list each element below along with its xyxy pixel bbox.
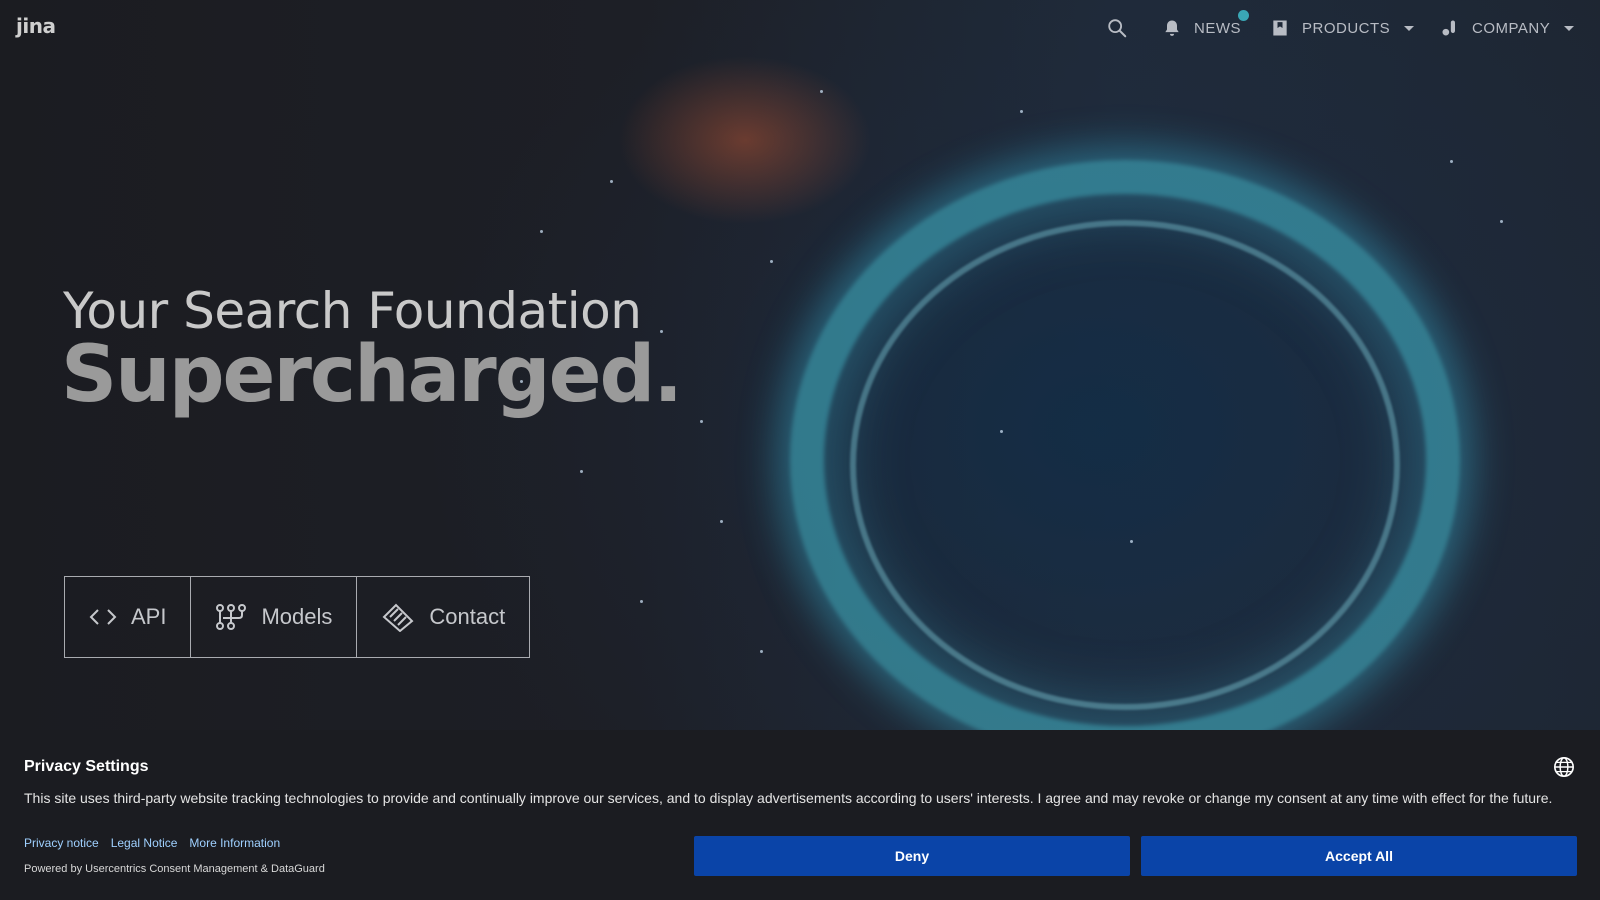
privacy-notice-link[interactable]: Privacy notice <box>24 836 99 850</box>
contact-button-label: Contact <box>429 604 506 629</box>
models-button[interactable]: Models <box>191 577 358 657</box>
hero-button-group: API Models Contact <box>64 576 531 658</box>
consent-powered-by: Powered by Usercentrics Consent Manageme… <box>24 863 325 875</box>
consent-links: Privacy notice Legal Notice More Informa… <box>24 836 292 850</box>
news-label: NEWS <box>1194 19 1241 37</box>
news-nav-item[interactable]: NEWS <box>1162 10 1249 40</box>
code-brackets-icon <box>89 609 117 625</box>
top-navigation: jina NEWS PRODUCTS COMPANY <box>0 0 1600 56</box>
jina-logo[interactable]: jina <box>16 14 56 40</box>
notification-dot <box>1238 10 1249 21</box>
company-nav-item[interactable]: COMPANY <box>1440 16 1575 40</box>
consent-body-text: This site uses third-party website track… <box>24 790 1553 806</box>
products-nav-item[interactable]: PRODUCTS <box>1270 16 1415 40</box>
models-button-label: Models <box>261 604 333 629</box>
globe-icon[interactable] <box>1553 756 1575 778</box>
api-button-label: API <box>131 604 167 629</box>
search-icon <box>1108 19 1127 38</box>
models-graph-icon <box>216 604 247 630</box>
search-button[interactable] <box>1106 16 1128 40</box>
bell-icon <box>1165 20 1179 36</box>
consent-title: Privacy Settings <box>24 758 149 775</box>
api-button[interactable]: API <box>65 577 192 657</box>
hero-headline-line2: Supercharged. <box>61 330 683 420</box>
accept-all-button[interactable]: Accept All <box>1141 836 1577 876</box>
privacy-consent-banner: Privacy Settings This site uses third-pa… <box>0 730 1600 900</box>
company-logo-icon <box>1442 20 1455 36</box>
more-information-link[interactable]: More Information <box>189 836 280 850</box>
legal-notice-link[interactable]: Legal Notice <box>111 836 178 850</box>
deny-button[interactable]: Deny <box>694 836 1130 876</box>
bookmark-box-icon <box>1273 20 1287 36</box>
company-label: COMPANY <box>1472 19 1551 37</box>
contact-button[interactable]: Contact <box>357 577 529 657</box>
products-label: PRODUCTS <box>1302 19 1391 37</box>
handshake-icon <box>382 603 414 632</box>
portal-ring-highlight <box>850 220 1400 710</box>
chevron-down-icon <box>1564 25 1575 31</box>
chevron-down-icon <box>1404 25 1415 31</box>
